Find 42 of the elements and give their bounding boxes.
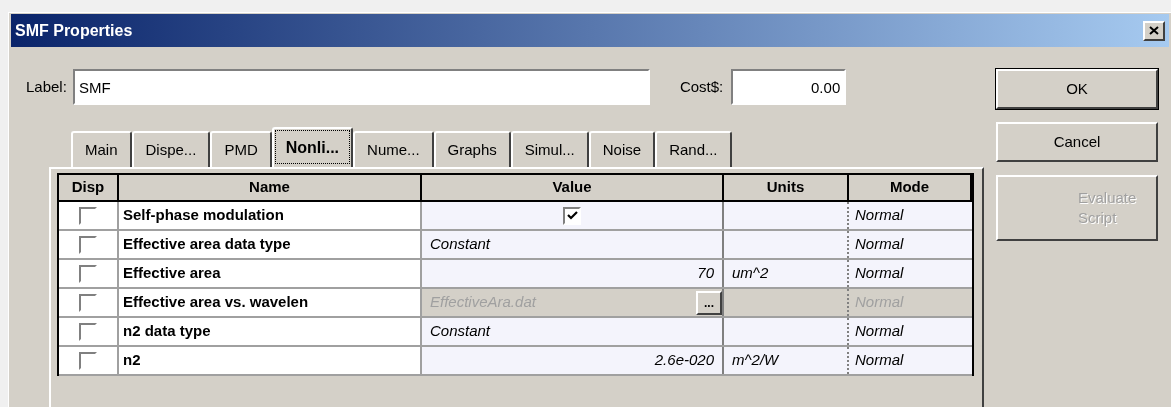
name-cell: Effective area vs. wavelen — [119, 289, 422, 316]
cost-field[interactable]: 0.00 — [731, 69, 847, 105]
column-header: Name — [119, 175, 422, 200]
mode-cell: Normal — [849, 231, 972, 258]
close-icon — [1149, 26, 1159, 35]
tab[interactable]: Rand... — [655, 131, 732, 167]
mode-cell: Normal — [849, 260, 972, 287]
mode-cell: Normal — [849, 318, 972, 345]
dialog-button[interactable]: OK — [996, 69, 1158, 109]
tab[interactable]: Nume... — [353, 131, 434, 167]
column-header: Mode — [849, 175, 972, 200]
window-title: SMF Properties — [15, 20, 133, 41]
value-cell: Constant — [422, 231, 722, 258]
cost-caption: Cost$: — [679, 76, 724, 97]
name-cell: Self-phase modulation — [119, 202, 422, 229]
tab[interactable]: Dispe... — [131, 131, 211, 167]
column-header: Units — [724, 175, 849, 200]
value-cell: Constant — [422, 318, 722, 345]
name-cell: Effective area data type — [119, 231, 422, 258]
close-button[interactable] — [1143, 20, 1165, 41]
mode-cell: Normal — [849, 202, 972, 229]
value-checkbox[interactable] — [563, 206, 581, 225]
tab[interactable]: Nonli... — [271, 127, 354, 167]
name-cell: n2 — [119, 347, 422, 374]
value-cell: 70 — [422, 260, 722, 287]
label-caption: Label: — [26, 76, 67, 97]
tab[interactable]: Graphs — [433, 131, 511, 167]
checkmark-icon — [566, 211, 578, 220]
tab[interactable]: Main — [71, 131, 132, 167]
tab[interactable]: Simul... — [510, 131, 589, 167]
label-field[interactable]: SMF — [72, 69, 650, 105]
value-cell: 2.6e-020 — [422, 347, 722, 374]
name-cell: n2 data type — [119, 318, 422, 345]
mode-cell: Normal — [849, 347, 972, 374]
dialog-button[interactable]: Cancel — [996, 122, 1158, 162]
column-header: Disp — [59, 175, 119, 200]
column-header: Value — [422, 175, 724, 200]
units-cell: um^2 — [724, 260, 849, 287]
tab[interactable]: PMD — [210, 131, 272, 167]
units-cell: m^2/W — [724, 347, 849, 374]
name-cell: Effective area — [119, 260, 422, 287]
tab[interactable]: Noise — [588, 131, 656, 167]
